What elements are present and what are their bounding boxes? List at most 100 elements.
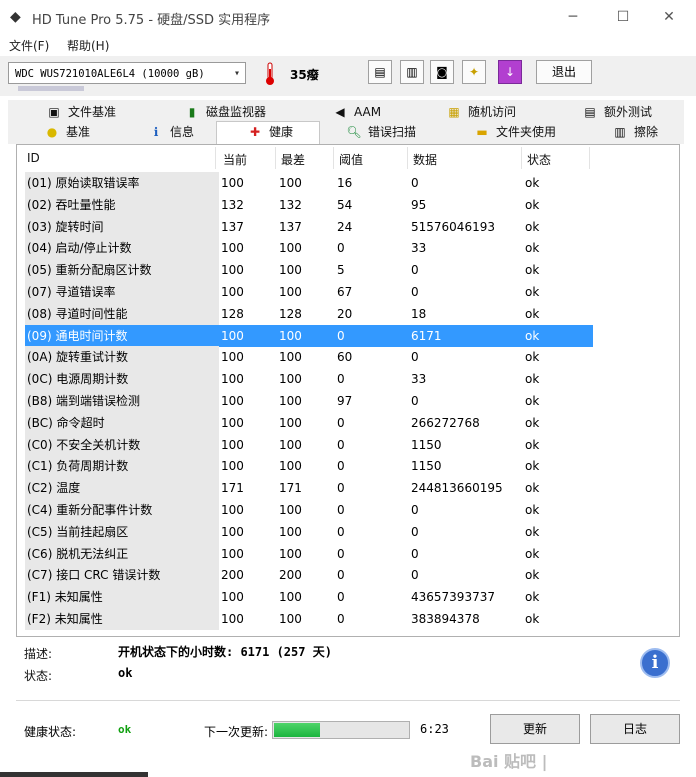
chevron-down-icon: ▾ [233,68,240,79]
cell-threshold: 97 [337,394,353,408]
thermometer-icon [266,62,274,85]
minimize-button[interactable]: ─ [550,0,596,34]
toolbar: WDC WUS721010ALE6L4 (10000 gB) ▾ 35癈 ▤ ▥… [0,56,696,96]
cell-id: (0A) 旋转重试计数 [25,346,219,369]
copy-button[interactable]: ▤ [368,60,392,84]
tab-erase[interactable]: ▥ 擦除 [612,122,658,142]
close-button[interactable]: ✕ [646,0,692,34]
table-row[interactable]: (C5) 当前挂起扇区 100 100 0 0 ok [25,520,679,543]
cell-threshold: 0 [337,524,345,539]
table-row[interactable]: (0C) 电源周期计数 100 100 0 33 ok [25,368,679,391]
cell-current: 171 [221,481,244,496]
options-icon: ✦ [468,65,480,79]
header-id[interactable]: ID [27,151,40,165]
table-row[interactable]: (C6) 脱机无法纠正 100 100 0 0 ok [25,542,679,565]
smart-table[interactable]: ID 当前 最差 阈值 数据 状态 (01) 原始读取错误率 100 100 16 0 o… [16,144,680,637]
table-row[interactable]: (C1) 负荷周期计数 100 100 0 1150 ok [25,455,679,478]
table-row[interactable]: (F2) 未知属性 100 100 0 383894378 ok [25,608,679,630]
tab-health[interactable]: ✚ 健康 [216,121,320,144]
maximize-button[interactable]: ☐ [600,0,646,34]
copy-all-button[interactable]: ▥ [400,60,424,84]
table-row[interactable]: (C4) 重新分配事件计数 100 100 0 0 ok [25,499,679,521]
tab-disk-monitor[interactable]: ▮ 磁盘监视器 [184,102,266,122]
cell-threshold: 67 [337,285,353,299]
header-worst[interactable]: 最差 [281,151,305,168]
cell-data: 33 [411,372,427,387]
log-button[interactable]: 日志 [590,714,680,744]
tab-benchmark[interactable]: ● 基准 [44,122,90,142]
cell-id: (03) 旋转时间 [25,215,219,238]
tab-error-scan[interactable]: 🔍︎ 错误扫描 [346,122,416,142]
tab-aam[interactable]: ◀ AAM [332,102,381,122]
header-current[interactable]: 当前 [223,151,247,168]
cell-worst: 100 [279,546,302,561]
menu-file[interactable]: 文件(F) [9,37,49,54]
drive-select[interactable]: WDC WUS721010ALE6L4 (10000 gB) ▾ [8,62,246,84]
table-row[interactable]: (F1) 未知属性 100 100 0 43657393737 ok [25,586,679,609]
copy-icon: ▤ [374,65,386,79]
benchmark-icon: ● [46,125,58,139]
folder-icon: ▬ [476,125,488,139]
cell-data: 244813660195 [411,481,503,496]
header-data[interactable]: 数据 [413,151,437,168]
cell-current: 100 [221,241,244,256]
table-row[interactable]: (02) 吞吐量性能 132 132 54 95 ok [25,193,679,216]
table-row[interactable]: (03) 旋转时间 137 137 24 51576046193 ok [25,215,679,238]
table-row[interactable]: (08) 寻道时间性能 128 128 20 18 ok [25,302,679,325]
cell-worst: 100 [279,263,302,278]
options-button[interactable]: ✦ [462,60,486,84]
cell-status: ok [525,263,540,278]
screenshot-button[interactable]: ◙ [430,60,454,84]
cell-threshold: 0 [337,481,345,496]
cell-worst: 137 [279,219,302,234]
cell-data: 18 [411,306,427,321]
tab-file-benchmark[interactable]: ▣ 文件基准 [46,102,116,122]
header-threshold[interactable]: 阈值 [339,151,363,168]
next-update-label: 下一次更新: [204,725,269,739]
redacted-serial [18,86,84,91]
cell-id: (C4) 重新分配事件计数 [25,499,219,521]
info-icon[interactable]: i [640,648,670,678]
menu-bar: 文件(F) 帮助(H) [0,34,696,56]
table-row[interactable]: (07) 寻道错误率 100 100 67 0 ok [25,281,679,303]
cell-data: 0 [411,568,419,583]
cell-threshold: 20 [337,306,353,321]
cell-data: 0 [411,263,419,278]
tab-info[interactable]: ℹ 信息 [148,122,194,142]
table-row[interactable]: (B8) 端到端错误检测 100 100 97 0 ok [25,390,679,412]
table-row[interactable]: (C0) 不安全关机计数 100 100 0 1150 ok [25,433,679,456]
table-row[interactable]: (BC) 命令超时 100 100 0 266272768 ok [25,411,679,434]
cell-id: (F2) 未知属性 [25,608,219,630]
tab-extra-tests[interactable]: ▤ 额外测试 [582,102,652,122]
temperature-readout: 35癈 [290,68,319,82]
cell-worst: 100 [279,437,302,452]
table-row[interactable]: (C7) 接口 CRC 错误计数 200 200 0 0 ok [25,564,679,587]
cell-worst: 100 [279,459,302,474]
header-status[interactable]: 状态 [527,151,551,168]
cell-threshold: 0 [335,324,409,347]
table-row[interactable]: (09) 通电时间计数 100 100 0 6171 ok [25,324,679,347]
cell-worst: 100 [279,503,302,517]
table-row[interactable]: (04) 启动/停止计数 100 100 0 33 ok [25,237,679,260]
cell-current: 132 [221,197,244,212]
column-divider [215,147,216,169]
tab-random-access[interactable]: ▦ 随机访问 [446,102,516,122]
cell-current: 100 [221,612,244,626]
cell-worst: 200 [279,568,302,583]
table-row[interactable]: (0A) 旋转重试计数 100 100 60 0 ok [25,346,679,369]
cell-data: 1150 [411,459,442,474]
save-button[interactable]: ↓ [498,60,522,84]
cell-id: (01) 原始读取错误率 [25,172,219,194]
table-row[interactable]: (C2) 温度 171 171 0 244813660195 ok [25,477,679,500]
cell-worst: 100 [279,285,302,299]
table-row[interactable]: (01) 原始读取错误率 100 100 16 0 ok [25,172,679,194]
exit-button[interactable]: 退出 [536,60,592,84]
tab-folder-usage[interactable]: ▬ 文件夹使用 [474,122,556,142]
menu-help[interactable]: 帮助(H) [67,37,109,54]
cell-current: 100 [221,546,244,561]
table-row[interactable]: (05) 重新分配扇区计数 100 100 5 0 ok [25,259,679,282]
cell-data: 0 [411,524,419,539]
cell-data: 51576046193 [411,219,495,234]
cell-threshold: 0 [337,415,345,430]
refresh-button[interactable]: 更新 [490,714,580,744]
